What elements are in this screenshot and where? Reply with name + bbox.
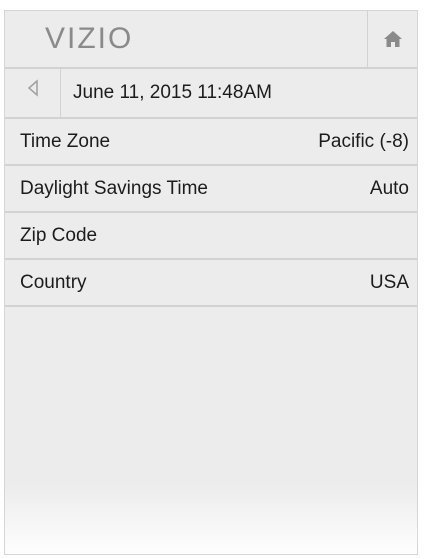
vizio-logo: VIZIO — [45, 22, 134, 55]
setting-value: Auto — [369, 178, 409, 199]
setting-value: Pacific (-8) — [318, 131, 409, 152]
current-date-time: June 11, 2015 11:48AM — [73, 82, 272, 103]
back-button[interactable] — [5, 69, 61, 117]
back-triangle-icon — [27, 79, 39, 102]
setting-label: Time Zone — [20, 131, 111, 152]
setting-value: USA — [369, 272, 409, 293]
setting-label: Zip Code — [20, 225, 98, 246]
home-button[interactable] — [367, 11, 417, 67]
settings-panel: VIZIO June 11, 2015 11:48AM Time Zone Pa… — [4, 10, 418, 555]
setting-row-time-zone[interactable]: Time Zone Pacific (-8) — [5, 119, 417, 166]
header-bar: VIZIO — [5, 11, 417, 69]
home-icon — [383, 30, 403, 48]
setting-row-daylight-savings[interactable]: Daylight Savings Time Auto — [5, 166, 417, 213]
setting-row-zip-code[interactable]: Zip Code — [5, 213, 417, 260]
date-time-row: June 11, 2015 11:48AM — [5, 69, 417, 119]
setting-label: Country — [20, 272, 87, 293]
setting-row-country[interactable]: Country USA — [5, 260, 417, 307]
setting-label: Daylight Savings Time — [20, 178, 208, 199]
